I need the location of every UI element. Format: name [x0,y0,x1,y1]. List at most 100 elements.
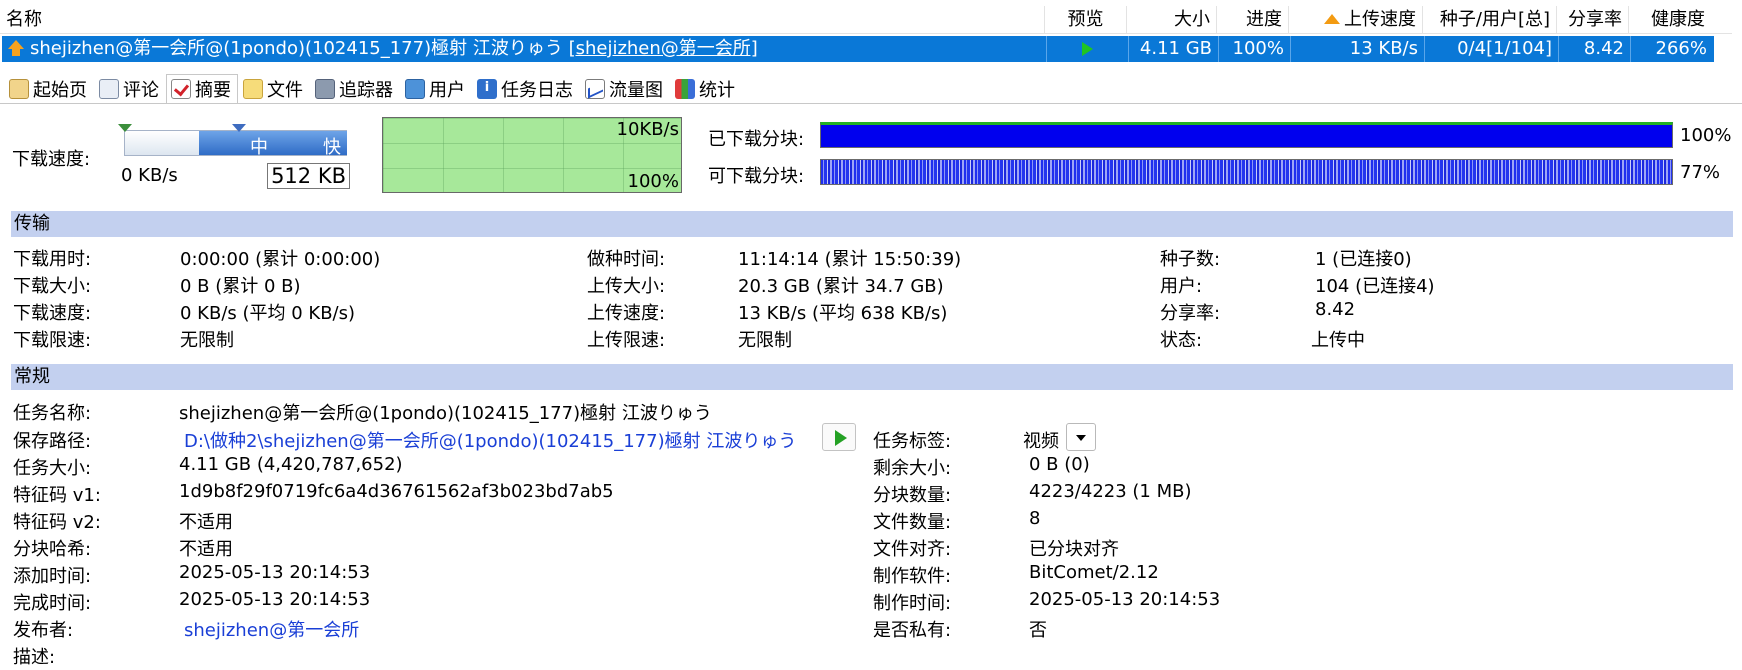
summary-icon [171,79,191,99]
tab-comments[interactable]: 评论 [94,74,166,104]
column-header-ratio[interactable]: 分享率 [1557,6,1629,34]
publisher-link[interactable]: shejizhen@第一会所 [184,616,359,642]
health-cell: 266% [1655,38,1707,59]
tab-comments-label: 评论 [123,80,159,101]
tab-files-label: 文件 [267,80,303,101]
column-header-peers[interactable]: 种子/用户[总] [1423,6,1557,34]
tab-peers-label: 用户 [429,80,465,101]
graph-percent-label: 100% [627,171,679,192]
label-status: 状态: [1160,330,1203,351]
label-share-ratio: 分享率: [1160,303,1221,324]
value-file-count: 8 [1029,508,1041,529]
column-header-progress[interactable]: 进度 [1217,6,1289,34]
slider-handle[interactable] [232,124,246,132]
task-name-link[interactable]: [shejizhen@第一会所] [569,38,758,59]
label-created-time: 制作时间: [873,593,952,614]
tab-divider [0,103,1742,104]
section-transfer: 传输 [11,211,1733,237]
value-status: 上传中 [1311,330,1365,351]
value-download-size: 0 B (累计 0 B) [180,276,301,297]
column-header-upload-speed[interactable]: 上传速度 [1289,6,1423,34]
label-save-path: 保存路径: [13,431,92,452]
label-created-by: 制作软件: [873,566,952,587]
tab-peers[interactable]: 用户 [400,74,472,104]
slider-fast-label: 快 [323,137,341,158]
comment-icon [99,79,119,99]
label-upload-limit: 上传限速: [587,330,666,351]
label-download-size: 下载大小: [13,276,92,297]
label-seeds: 种子数: [1160,249,1221,270]
preview-cell[interactable] [1047,36,1129,62]
task-name: shejizhen@第一会所@(1pondo)(102415_177)極射 江波… [30,38,563,59]
downloaded-pieces-percent: 100% [1680,125,1732,146]
column-header-size[interactable]: 大小 [1127,6,1217,34]
task-row[interactable]: shejizhen@第一会所@(1pondo)(102415_177)極射 江波… [2,36,1714,62]
label-hash-v2: 特征码 v2: [13,512,101,533]
value-file-alignment: 已分块对齐 [1029,539,1119,560]
value-upload-speed: 13 KB/s (平均 638 KB/s) [738,303,948,324]
value-hash-v2: 不适用 [179,512,233,533]
tab-summary-label: 摘要 [195,80,231,101]
task-tag-dropdown[interactable] [1066,423,1096,451]
available-pieces-bar [820,159,1673,185]
value-added-time: 2025-05-13 20:14:53 [179,562,371,583]
tab-stats[interactable]: 统计 [670,74,742,104]
size-cell: 4.11 GB [1129,36,1219,62]
value-download-speed: 0 KB/s (平均 0 KB/s) [180,303,356,324]
value-task-size: 4.11 GB (4,420,787,652) [179,454,403,475]
value-download-time: 0:00:00 (累计 0:00:00) [180,249,381,270]
value-download-limit: 无限制 [180,330,234,351]
value-upload-limit: 无限制 [738,330,792,351]
play-icon[interactable] [1082,42,1093,56]
value-piece-hash: 不适用 [179,539,233,560]
speed-graph: 10KB/s 100% [382,117,682,193]
label-task-size: 任务大小: [13,458,92,479]
label-file-alignment: 文件对齐: [873,539,952,560]
traffic-chart-icon [585,79,605,99]
value-seed-time: 11:14:14 (累计 15:50:39) [738,249,962,270]
tab-summary[interactable]: 摘要 [166,74,238,104]
tab-trackers[interactable]: 追踪器 [310,74,400,104]
label-task-tag: 任务标签: [873,431,952,452]
upload-speed-cell: 13 KB/s [1291,36,1425,62]
open-folder-play-button[interactable] [822,423,856,451]
value-hash-v1: 1d9b8f29f0719fc6a4d36761562af3b023bd7ab5 [179,481,614,502]
tab-files[interactable]: 文件 [238,74,310,104]
upload-arrow-icon [1324,14,1340,24]
value-task-name: shejizhen@第一会所@(1pondo)(102415_177)極射 江波… [179,403,712,424]
tab-traffic-label: 流量图 [609,80,663,101]
column-header-preview[interactable]: 预览 [1045,6,1127,34]
label-seed-time: 做种时间: [587,249,666,270]
tab-log[interactable]: i 任务日志 [472,74,580,104]
file-icon [243,79,263,99]
label-file-count: 文件数量: [873,512,952,533]
value-finished-time: 2025-05-13 20:14:53 [179,589,371,610]
download-speed-label: 下载速度: [12,149,91,170]
tab-stats-label: 统计 [699,80,735,101]
available-pieces-label: 可下载分块: [708,166,805,187]
column-header-upload-speed-label: 上传速度 [1344,9,1416,30]
tab-traffic[interactable]: 流量图 [580,74,670,104]
task-list-header: 名称 预览 大小 进度 上传速度 种子/用户[总] 分享率 健康度 [0,6,1732,34]
info-icon: i [477,79,497,99]
value-peers: 104 (已连接4) [1315,276,1435,297]
uploading-icon [8,40,24,56]
tracker-icon [315,79,335,99]
statistics-icon [675,79,695,99]
column-header-health[interactable]: 健康度 [1629,6,1711,34]
slider-min-handle[interactable] [118,124,132,132]
column-header-name[interactable]: 名称 [0,6,1045,34]
save-path-link[interactable]: D:\做种2\shejizhen@第一会所@(1pondo)(102415_17… [184,427,796,453]
speed-limit-slider[interactable]: 中 快 [118,124,347,158]
ratio-cell: 8.42 [1559,36,1631,62]
speed-limit-input[interactable]: 512 KB [267,163,350,189]
label-download-limit: 下载限速: [13,330,92,351]
slider-mid-label: 中 [250,137,268,158]
value-task-tag[interactable]: 视频 [1023,427,1059,453]
label-finished-time: 完成时间: [13,593,92,614]
label-download-speed: 下载速度: [13,303,92,324]
task-name-cell[interactable]: shejizhen@第一会所@(1pondo)(102415_177)極射 江波… [2,36,1047,62]
tab-start[interactable]: 起始页 [4,74,94,104]
detail-tabs: 起始页 评论 摘要 文件 追踪器 用户 i 任务日志 流量图 统计 [4,74,742,104]
value-piece-count: 4223/4223 (1 MB) [1029,481,1192,502]
